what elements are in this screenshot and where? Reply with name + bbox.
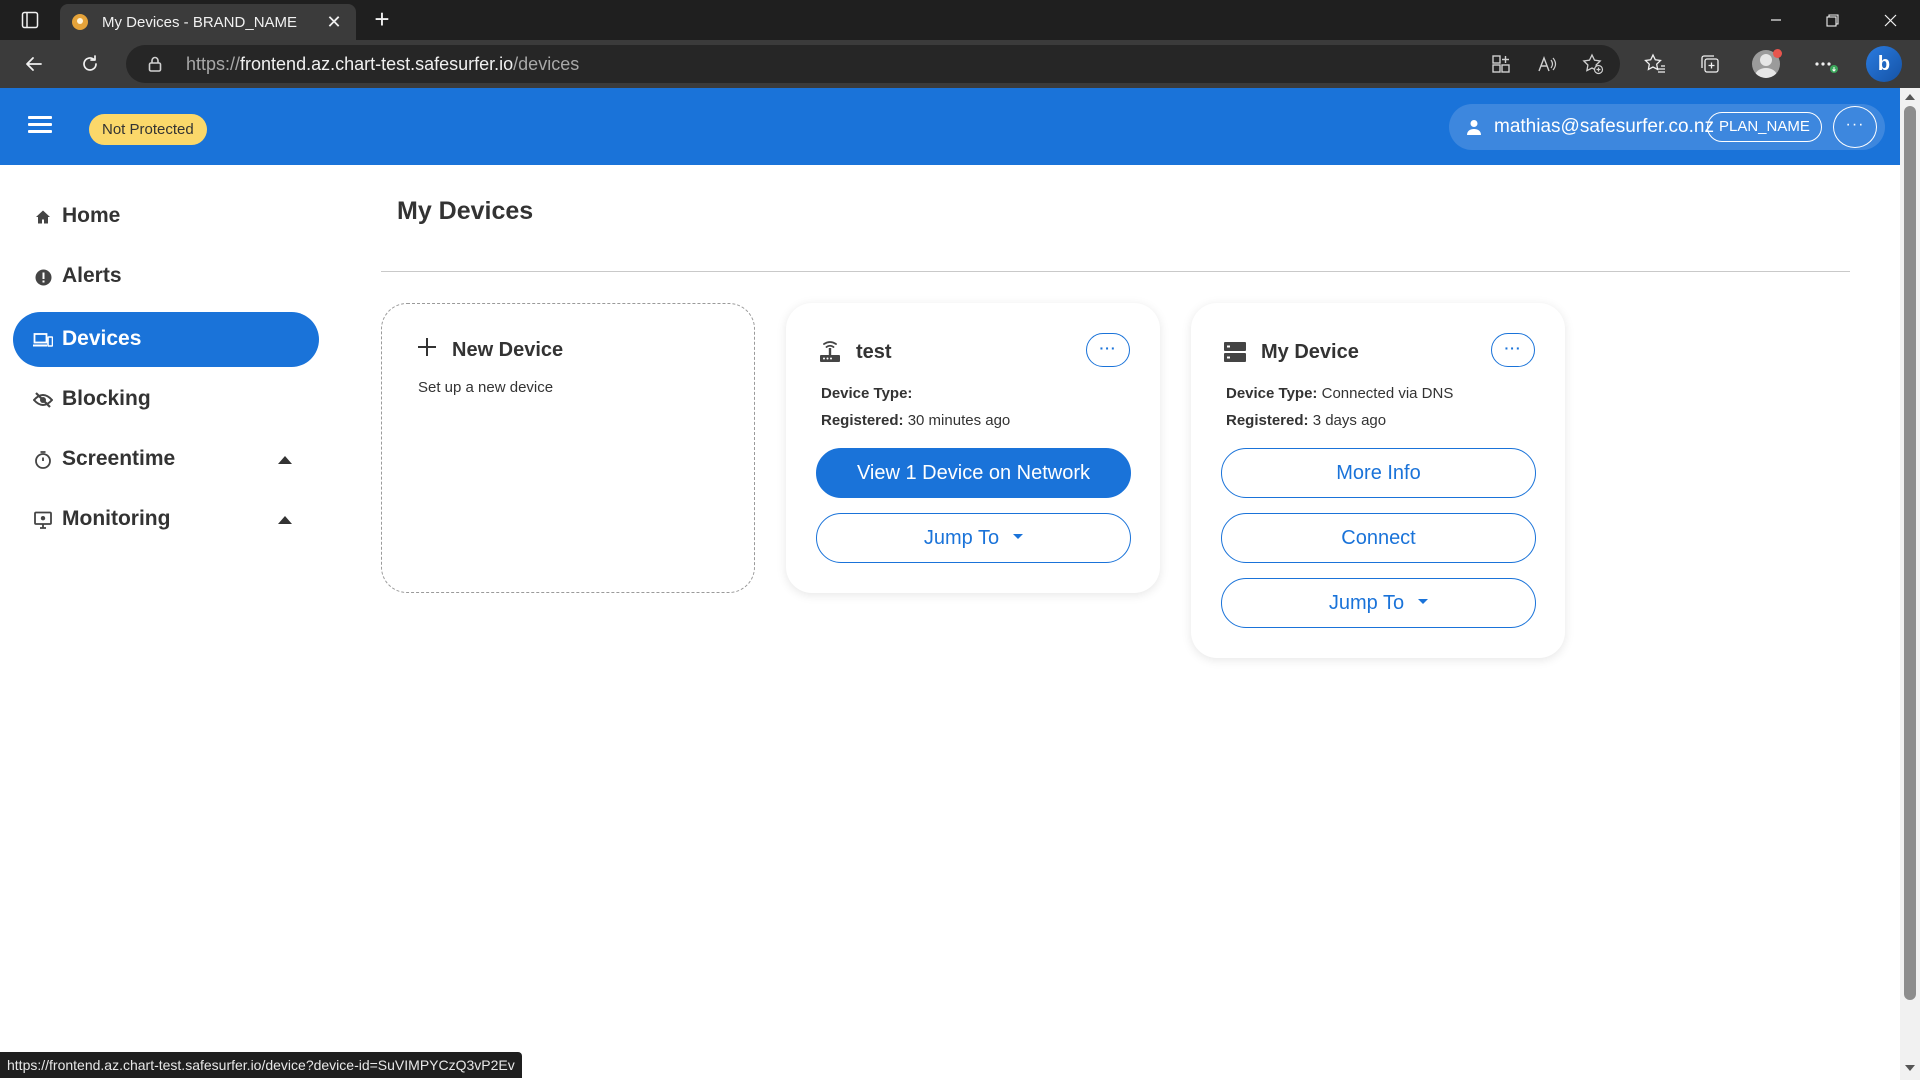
sidebar-nav: Home Alerts Devices Blocking Screentime …	[0, 165, 330, 1065]
device-more-button[interactable]: ···	[1491, 333, 1535, 367]
sidebar-item-home[interactable]: Home	[13, 189, 319, 244]
expand-caret-icon[interactable]	[278, 516, 292, 524]
link-status-bar: https://frontend.az.chart-test.safesurfe…	[0, 1052, 522, 1078]
tab-actions-icon[interactable]	[18, 8, 42, 32]
devices-icon	[33, 330, 53, 350]
sidebar-item-blocking[interactable]: Blocking	[13, 372, 319, 427]
plan-badge[interactable]: PLAN_NAME	[1707, 112, 1822, 142]
new-device-card[interactable]: New Device Set up a new device	[381, 303, 755, 593]
window-restore-button[interactable]	[1804, 0, 1860, 40]
button-label: Jump To	[923, 526, 1000, 549]
device-card: test ··· Device Type: Registered: 30 min…	[786, 303, 1160, 593]
window-close-button[interactable]	[1862, 0, 1918, 40]
device-name: My Device	[1261, 341, 1359, 363]
router-icon	[818, 340, 842, 364]
app-available-icon[interactable]	[1490, 53, 1512, 75]
caret-down-icon	[1013, 533, 1024, 539]
alert-icon	[33, 267, 53, 287]
jump-to-button[interactable]: Jump To	[816, 513, 1131, 563]
site-favicon-icon	[72, 14, 88, 30]
scrollbar-thumb[interactable]	[1904, 106, 1916, 1000]
menu-icon[interactable]	[28, 116, 52, 134]
registered-label: Registered:	[1226, 412, 1309, 429]
plus-icon	[418, 338, 436, 356]
protection-status-badge[interactable]: Not Protected	[89, 114, 207, 145]
home-icon	[33, 207, 53, 227]
button-label: View 1 Device on Network	[856, 461, 1091, 484]
sidebar-item-label: Screentime	[62, 447, 176, 470]
device-type-line: Device Type: Connected via DNS	[1226, 385, 1453, 402]
url-host: frontend.az.chart-test.safesurfer.io	[240, 54, 514, 74]
registered-value: 3 days ago	[1312, 412, 1387, 429]
expand-caret-icon[interactable]	[278, 456, 292, 464]
sidebar-item-screentime[interactable]: Screentime	[13, 432, 319, 487]
copilot-icon[interactable]: b	[1866, 46, 1902, 82]
url-scheme: https://	[186, 54, 241, 74]
refresh-icon[interactable]	[74, 48, 106, 80]
sidebar-item-label: Blocking	[62, 387, 151, 410]
registered-label: Registered:	[821, 412, 904, 429]
device-card: My Device ··· Device Type: Connected via…	[1191, 303, 1565, 658]
device-more-button[interactable]: ···	[1086, 333, 1130, 367]
notification-dot	[1773, 49, 1782, 58]
timer-icon	[33, 450, 53, 470]
caret-down-icon	[1418, 598, 1429, 604]
scroll-up-arrow-icon[interactable]	[1905, 94, 1915, 100]
sidebar-item-monitoring[interactable]: Monitoring	[13, 492, 319, 547]
scroll-down-arrow-icon[interactable]	[1905, 1065, 1915, 1071]
sidebar-item-alerts[interactable]: Alerts	[13, 249, 319, 304]
dns-server-icon	[1223, 340, 1247, 364]
device-type-label: Device Type:	[821, 385, 913, 402]
device-registered-line: Registered: 3 days ago	[1226, 412, 1386, 429]
browser-toolbar: https://frontend.az.chart-test.safesurfe…	[0, 40, 1920, 88]
address-url[interactable]: https://frontend.az.chart-test.safesurfe…	[186, 54, 579, 75]
back-arrow-icon[interactable]	[18, 48, 50, 80]
view-network-devices-button[interactable]: View 1 Device on Network	[816, 448, 1131, 498]
read-aloud-icon[interactable]	[1536, 53, 1558, 75]
account-email: mathias@safesurfer.co.nz	[1494, 116, 1714, 137]
sidebar-item-label: Home	[62, 204, 121, 227]
device-type-value: Connected via DNS	[1321, 385, 1454, 402]
page-scrollbar[interactable]	[1900, 88, 1920, 1080]
sidebar-item-label: Alerts	[62, 264, 122, 287]
new-device-title: New Device	[452, 339, 564, 361]
new-tab-button[interactable]: +	[368, 6, 396, 34]
account-pill[interactable]: mathias@safesurfer.co.nz PLAN_NAME ···	[1449, 104, 1885, 150]
tab-title: My Devices - BRAND_NAME	[102, 13, 298, 31]
favorites-icon[interactable]	[1639, 48, 1671, 80]
device-type-line: Device Type:	[821, 385, 912, 402]
title-divider	[381, 271, 1850, 272]
registered-value: 30 minutes ago	[907, 412, 1011, 429]
sidebar-item-label: Monitoring	[62, 507, 171, 530]
monitor-icon	[33, 510, 53, 530]
person-icon	[1467, 119, 1481, 135]
browser-tab-active[interactable]: My Devices - BRAND_NAME ✕	[60, 4, 356, 40]
app-header: Not Protected mathias@safesurfer.co.nz P…	[0, 88, 1900, 165]
new-device-subtitle: Set up a new device	[418, 379, 554, 396]
sidebar-item-devices[interactable]: Devices	[13, 312, 319, 367]
page-title: My Devices	[397, 197, 534, 225]
settings-more-icon[interactable]	[1810, 48, 1842, 80]
url-path: /devices	[513, 54, 580, 74]
eye-off-icon	[33, 390, 53, 410]
button-label: More Info	[1336, 461, 1421, 484]
button-label: Connect	[1341, 526, 1416, 549]
connect-button[interactable]: Connect	[1221, 513, 1536, 563]
add-favorite-icon[interactable]	[1582, 53, 1604, 75]
account-more-button[interactable]: ···	[1833, 106, 1877, 148]
window-minimize-button[interactable]	[1748, 0, 1804, 40]
lock-icon[interactable]	[146, 55, 164, 73]
tab-close-icon[interactable]: ✕	[324, 12, 344, 33]
button-label: Jump To	[1328, 591, 1405, 614]
more-info-button[interactable]: More Info	[1221, 448, 1536, 498]
jump-to-button[interactable]: Jump To	[1221, 578, 1536, 628]
device-name: test	[856, 341, 892, 363]
collections-icon[interactable]	[1694, 48, 1726, 80]
device-type-label: Device Type:	[1226, 385, 1318, 402]
address-bar[interactable]: https://frontend.az.chart-test.safesurfe…	[126, 45, 1620, 83]
browser-tab-bar: My Devices - BRAND_NAME ✕ +	[0, 0, 1920, 40]
device-registered-line: Registered: 30 minutes ago	[821, 412, 1010, 429]
sidebar-item-label: Devices	[62, 327, 142, 350]
